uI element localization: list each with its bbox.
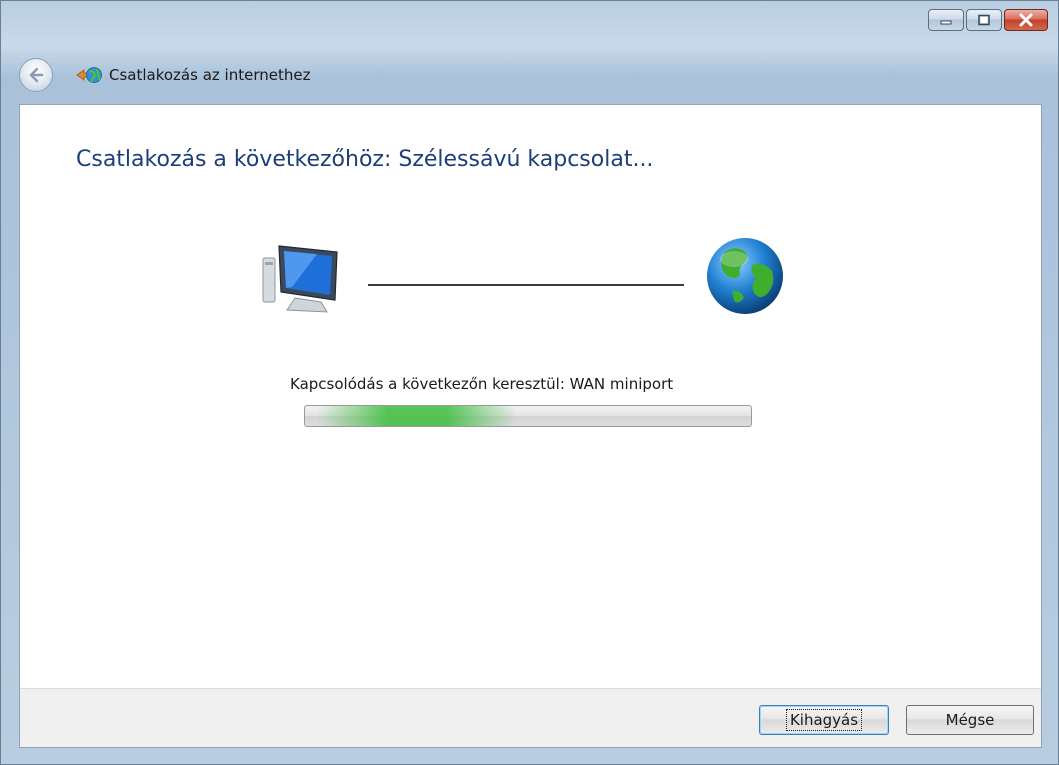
connection-status: Kapcsolódás a következőn keresztül: WAN … — [290, 375, 674, 393]
close-button[interactable] — [1004, 9, 1048, 31]
back-arrow-icon — [29, 67, 44, 83]
wizard-content: Csatlakozás a következőhöz: Szélessávú k… — [19, 104, 1042, 748]
minimize-icon — [940, 20, 952, 25]
page-heading: Csatlakozás a következőhöz: Szélessávú k… — [76, 147, 654, 172]
wizard-footer: Kihagyás Mégse — [20, 688, 1041, 747]
navigation-bar: Csatlakozás az internethez — [19, 57, 310, 93]
computer-icon — [257, 240, 345, 320]
progress-marquee — [317, 406, 517, 426]
connection-line — [368, 284, 684, 286]
wizard-window: Csatlakozás az internethez Csatlakozás a… — [0, 0, 1059, 765]
skip-button[interactable]: Kihagyás — [759, 705, 889, 735]
window-controls — [928, 9, 1048, 31]
skip-button-label: Kihagyás — [785, 709, 863, 731]
connection-progress-bar — [304, 405, 752, 427]
close-icon — [1019, 13, 1033, 27]
back-button[interactable] — [19, 58, 53, 92]
network-globe-icon — [75, 64, 103, 86]
minimize-button[interactable] — [928, 9, 964, 31]
wizard-title: Csatlakozás az internethez — [109, 66, 311, 84]
maximize-button[interactable] — [966, 9, 1002, 31]
maximize-icon — [978, 14, 990, 26]
cancel-button[interactable]: Mégse — [906, 705, 1034, 735]
globe-icon — [704, 235, 786, 317]
